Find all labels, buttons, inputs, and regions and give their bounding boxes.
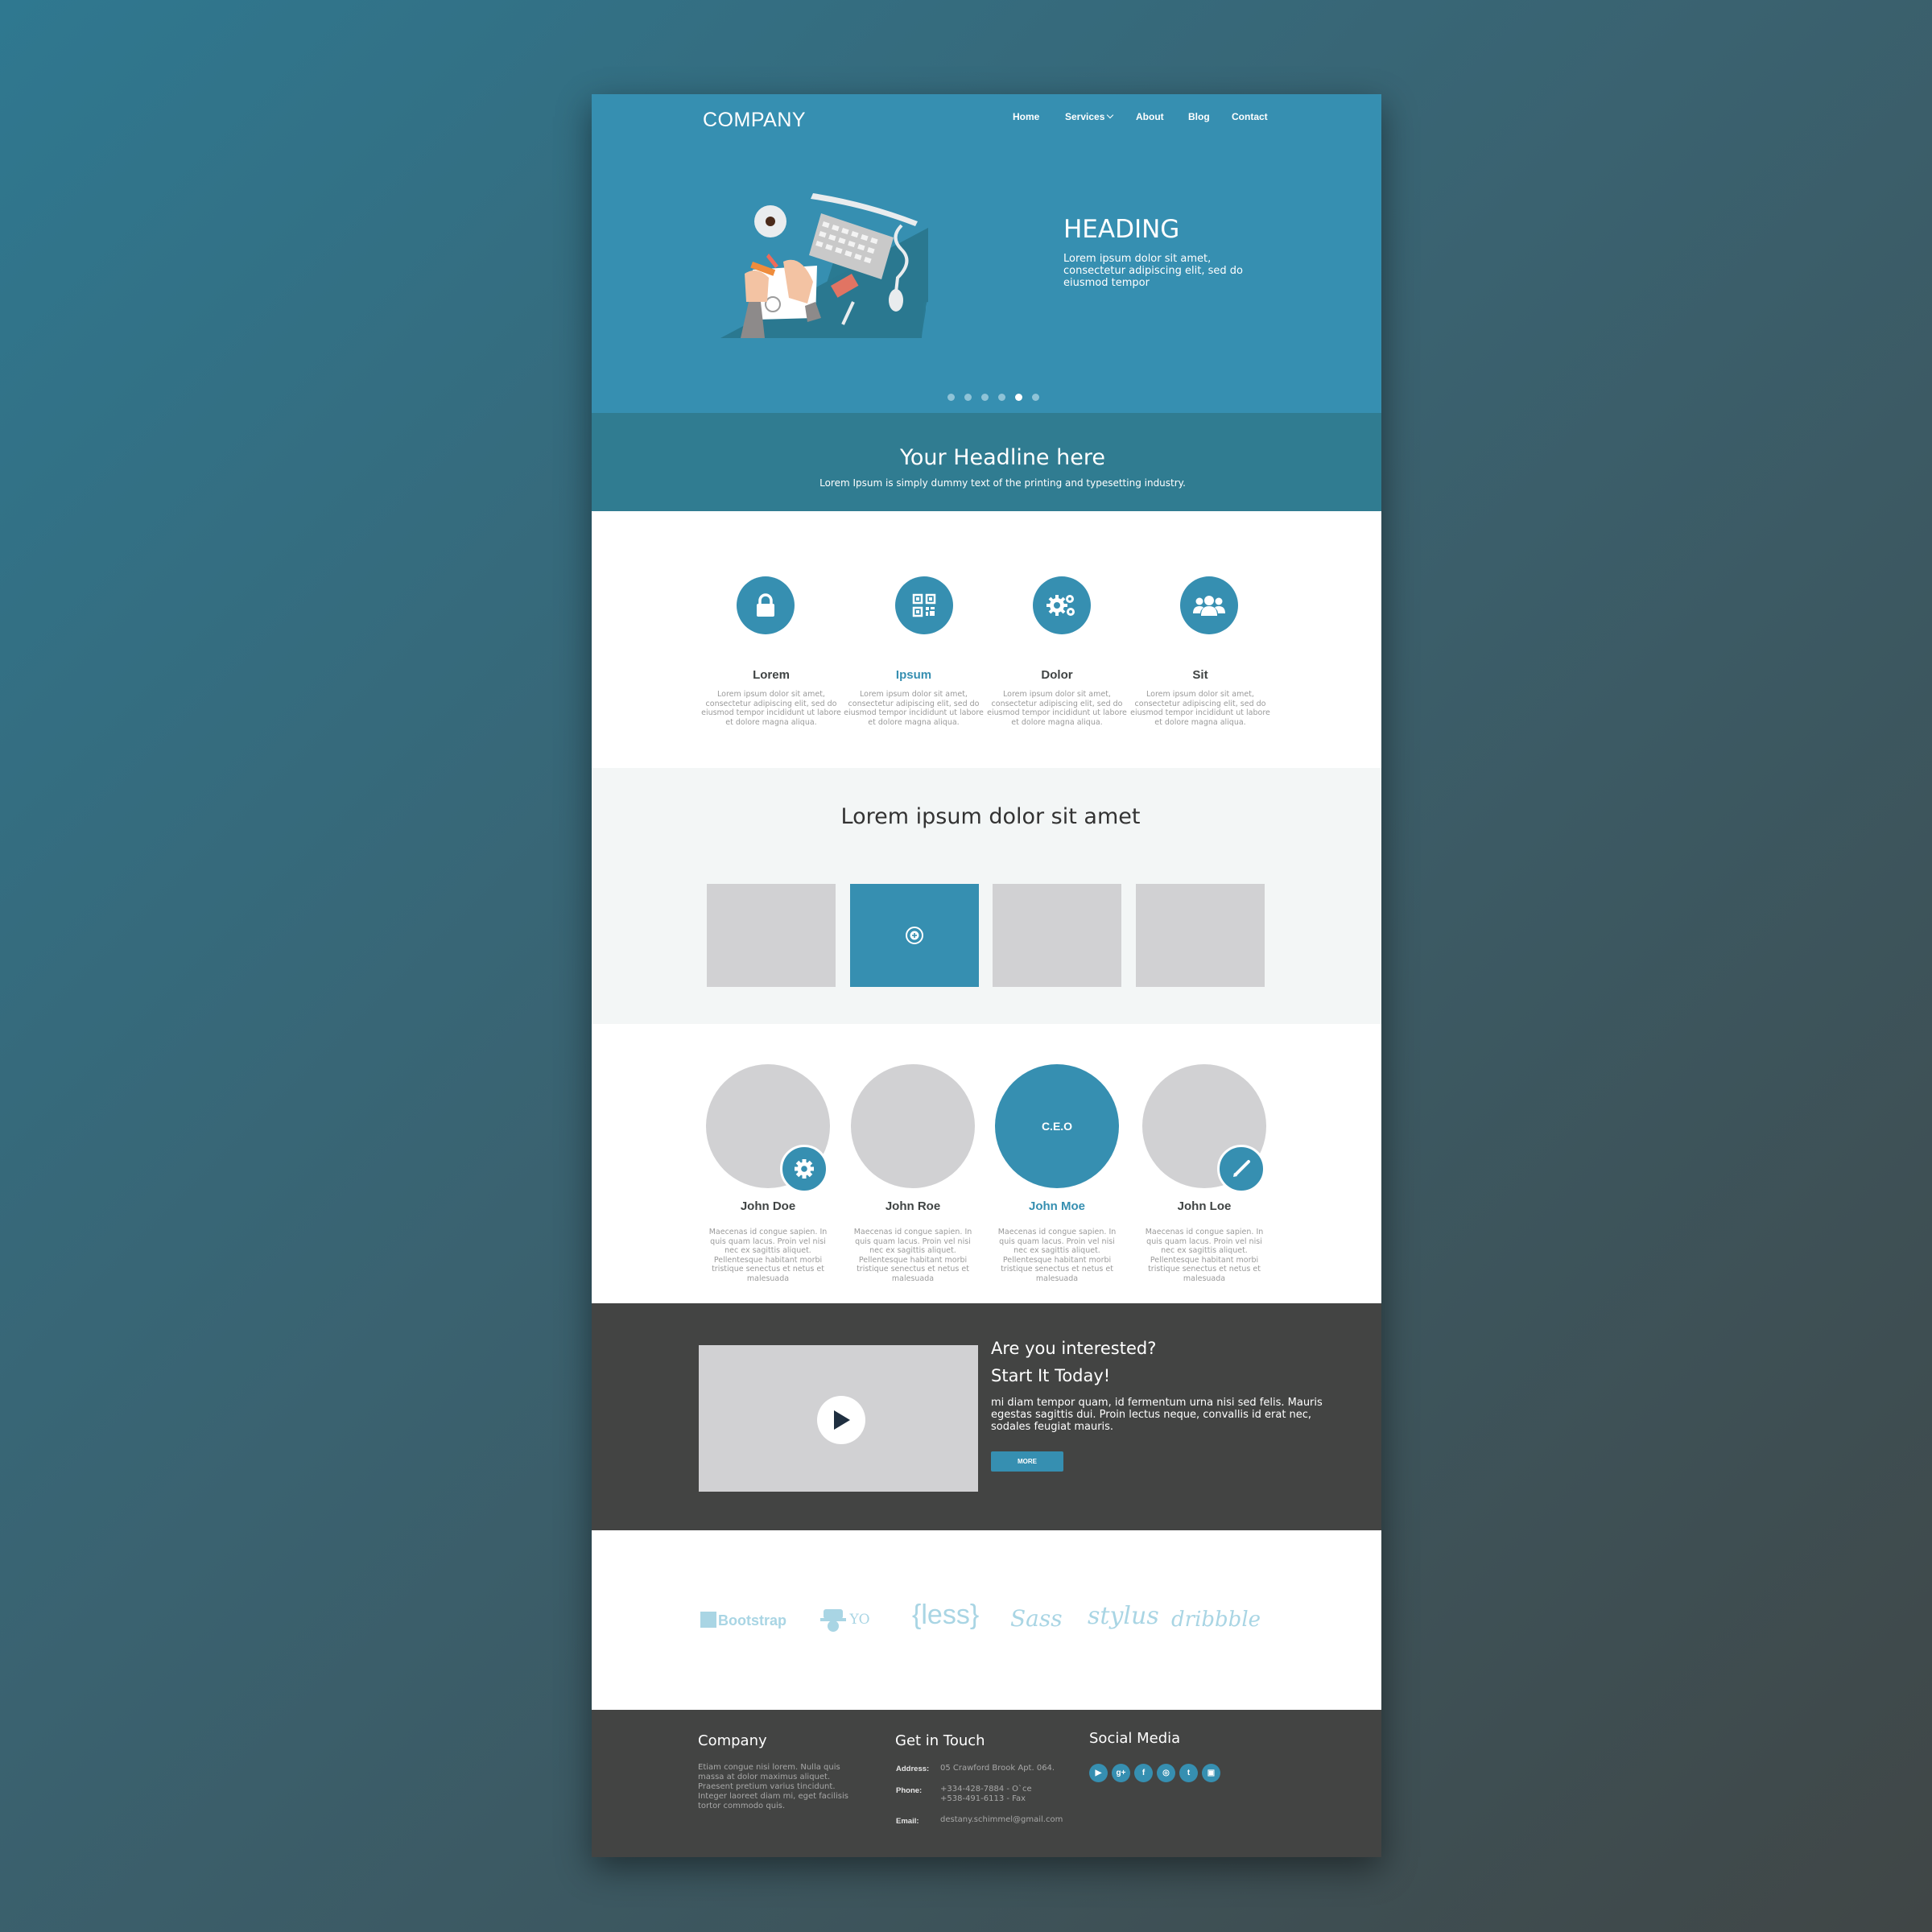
lock-icon [757, 593, 774, 617]
gallery-title: Lorem ipsum dolor sit amet [840, 804, 1141, 829]
team-name: John Doe [740, 1199, 796, 1213]
zoom-plus-icon [906, 927, 923, 944]
carousel-dot-active[interactable] [1015, 394, 1022, 401]
feature-text: Lorem ipsum dolor sit amet, consectetur … [987, 690, 1127, 727]
feature-text: Lorem ipsum dolor sit amet, consectetur … [1130, 690, 1270, 727]
gallery-tile[interactable] [1136, 884, 1265, 987]
sass-logo: Sass [1010, 1605, 1063, 1632]
facebook-icon[interactable]: f [1134, 1764, 1153, 1782]
address-label: Address: [896, 1765, 930, 1773]
gallery-tile[interactable] [993, 884, 1121, 987]
pencil-icon [1233, 1160, 1250, 1177]
team-role-label: C.E.O [1041, 1120, 1073, 1133]
play-icon [834, 1410, 850, 1430]
video-player[interactable] [699, 1345, 978, 1492]
address-value: 05 Crawford Brook Apt. 064. [940, 1764, 1055, 1773]
footer-company-text: Etiam congue nisi lorem. Nulla quis mass… [698, 1763, 848, 1810]
headline-subtitle: Lorem Ipsum is simply dummy text of the … [819, 477, 1186, 489]
team-badge[interactable] [780, 1145, 828, 1193]
email-link[interactable]: destany.schimmel@gmail.com [940, 1815, 1063, 1825]
yeoman-icon [820, 1609, 846, 1632]
team-avatar-active[interactable]: C.E.O [995, 1064, 1119, 1188]
footer-contact-title: Get in Touch [895, 1732, 985, 1749]
feature-text: Lorem ipsum dolor sit amet, consectetur … [844, 690, 984, 727]
more-button[interactable]: MORE [991, 1451, 1063, 1472]
nav-about[interactable]: About [1136, 111, 1164, 122]
yeoman-logo: YO [820, 1608, 870, 1633]
carousel-dot[interactable] [981, 394, 989, 401]
team-name: John Moe [1029, 1199, 1085, 1213]
stylus-logo: stylus [1088, 1602, 1159, 1630]
gear-icon [795, 1159, 814, 1179]
email-label: Email: [896, 1817, 919, 1826]
company-logo[interactable]: COMPANY [703, 109, 806, 132]
cta-text: mi diam tempor quam, id fermentum urna n… [991, 1397, 1323, 1433]
hero-text: Lorem ipsum dolor sit amet, consectetur … [1063, 253, 1243, 289]
dribbble-icon[interactable]: ◎ [1157, 1764, 1175, 1782]
gallery-tile-active[interactable] [850, 884, 979, 987]
cta-heading: Are you interested? [991, 1339, 1157, 1358]
nav-contact[interactable]: Contact [1232, 111, 1268, 122]
carousel-dot[interactable] [964, 394, 972, 401]
hero-heading: HEADING [1063, 215, 1180, 244]
nav-services-label: Services [1065, 111, 1105, 122]
feature-title: Ipsum [895, 668, 932, 682]
headline-band: Your Headline here Lorem Ipsum is simply… [592, 413, 1381, 511]
users-icon [1193, 596, 1225, 616]
hero-section: COMPANY Home Services About Blog Contact [592, 94, 1381, 413]
feature-lorem-badge[interactable] [737, 576, 795, 634]
chevron-down-icon [1107, 111, 1114, 119]
feature-title: Dolor [1041, 668, 1073, 682]
team-bio: Maecenas id congue sapien. In quis quam … [853, 1228, 972, 1283]
nav-blog[interactable]: Blog [1188, 111, 1210, 122]
carousel-dot[interactable] [1032, 394, 1039, 401]
gears-icon [1046, 595, 1075, 616]
cta-subheading: Start It Today! [991, 1366, 1111, 1385]
less-logo: {less} [912, 1600, 980, 1630]
google-plus-icon[interactable]: g+ [1112, 1764, 1130, 1782]
feature-ipsum-badge[interactable] [895, 576, 953, 634]
gallery-tile[interactable] [707, 884, 836, 987]
carousel-dots [947, 394, 1039, 401]
desk-illustration [720, 193, 928, 338]
team-avatar[interactable] [851, 1064, 975, 1188]
footer-company-title: Company [698, 1732, 767, 1749]
headline-title: Your Headline here [900, 445, 1105, 470]
phone-label: Phone: [896, 1786, 923, 1795]
feature-dolor-badge[interactable] [1033, 576, 1091, 634]
bootstrap-logo: Bootstrap [700, 1612, 786, 1629]
team-bio: Maecenas id congue sapien. In quis quam … [1145, 1228, 1264, 1283]
nav-services[interactable]: Services [1065, 111, 1114, 122]
carousel-dot[interactable] [947, 394, 955, 401]
footer-social-title: Social Media [1089, 1730, 1181, 1747]
team-badge[interactable] [1217, 1145, 1265, 1193]
carousel-dot[interactable] [998, 394, 1005, 401]
twitter-icon[interactable]: t [1179, 1764, 1198, 1782]
dribbble-logo: dribbble [1171, 1608, 1261, 1632]
team-bio: Maecenas id congue sapien. In quis quam … [997, 1228, 1117, 1283]
team-name: John Loe [1177, 1199, 1232, 1213]
team-bio: Maecenas id congue sapien. In quis quam … [708, 1228, 828, 1283]
youtube-icon[interactable]: ▶ [1089, 1764, 1108, 1782]
website-mockup: COMPANY Home Services About Blog Contact [592, 94, 1381, 1857]
nav-home[interactable]: Home [1013, 111, 1039, 122]
feature-sit-badge[interactable] [1180, 576, 1238, 634]
instagram-icon[interactable]: ▣ [1202, 1764, 1220, 1782]
feature-text: Lorem ipsum dolor sit amet, consectetur … [701, 690, 841, 727]
play-button[interactable] [817, 1396, 865, 1444]
team-name: John Roe [885, 1199, 941, 1213]
feature-title: Lorem [753, 668, 790, 682]
feature-title: Sit [1192, 668, 1208, 682]
phone-fax: +538-491-6113 - Fax [940, 1794, 1026, 1803]
bootstrap-mark-icon [700, 1612, 716, 1628]
phone-office: +334-428-7884 - O`ce [940, 1785, 1032, 1794]
qr-code-icon [912, 593, 936, 617]
